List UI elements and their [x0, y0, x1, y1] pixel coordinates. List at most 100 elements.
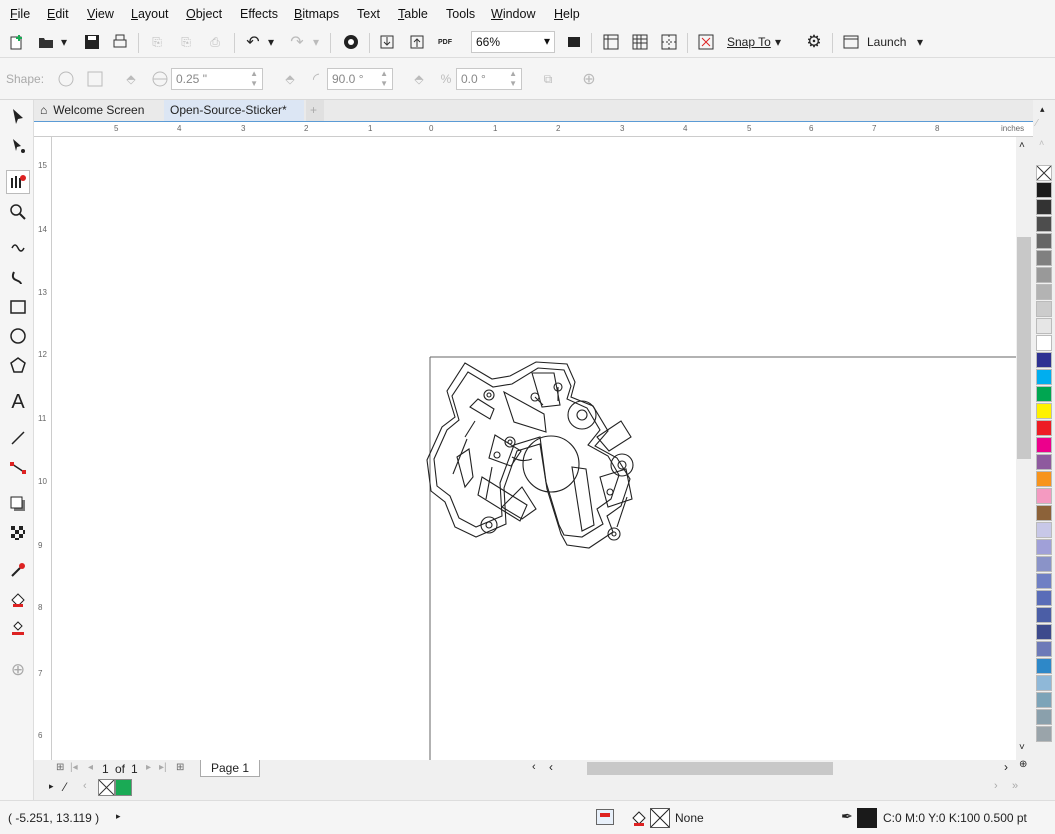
export-icon[interactable]	[408, 33, 426, 51]
scroll-left-icon[interactable]: ‹	[532, 761, 536, 773]
color-swatch[interactable]	[1036, 352, 1052, 368]
current-page-number[interactable]: 1	[102, 762, 109, 776]
show-grid-icon[interactable]	[631, 33, 649, 51]
color-swatch[interactable]	[1036, 556, 1052, 572]
tab-welcome-screen[interactable]: ⌂ Welcome Screen	[34, 100, 162, 121]
palette-scroll-icon[interactable]: ˄	[1039, 138, 1044, 148]
wrap-text-icon[interactable]: ⧉	[539, 70, 557, 88]
color-swatch[interactable]	[1036, 726, 1052, 742]
color-swatch[interactable]	[1036, 437, 1052, 453]
previous-page-icon[interactable]: ◂	[88, 762, 93, 773]
coords-menu-icon[interactable]: ▸	[116, 811, 121, 822]
scroll-right-icon[interactable]: ›	[1004, 760, 1008, 774]
ellipse-tool-icon[interactable]	[6, 324, 30, 348]
color-proofing-icon[interactable]	[596, 809, 614, 825]
tab-document[interactable]: Open-Source-Sticker*	[164, 100, 304, 121]
cut-icon[interactable]: ⎘	[148, 33, 166, 51]
rotation-field[interactable]: 0.0 ° ▲ ▼	[456, 68, 522, 90]
connector-tool-icon[interactable]	[6, 456, 30, 480]
shape-tool-icon[interactable]	[6, 134, 30, 158]
color-swatch[interactable]	[1036, 284, 1052, 300]
ellipse-shape-icon[interactable]	[57, 70, 75, 88]
color-swatch[interactable]	[1036, 403, 1052, 419]
color-swatch[interactable]	[1036, 199, 1052, 215]
import-icon[interactable]	[378, 33, 396, 51]
color-swatch[interactable]	[1036, 522, 1052, 538]
add-icon[interactable]: ⊕	[580, 70, 598, 88]
spinner-icon[interactable]: ▲ ▼	[380, 69, 388, 89]
menu-bitmaps[interactable]: Bitmaps	[294, 7, 339, 21]
menu-text[interactable]: Text	[357, 7, 380, 21]
print-icon[interactable]	[111, 33, 129, 51]
undo-icon[interactable]: ↶	[244, 33, 262, 51]
undo-dropdown-icon[interactable]: ▾	[265, 33, 277, 51]
menu-file[interactable]: File	[10, 7, 30, 21]
scroll-right-icon[interactable]: ›	[994, 780, 998, 792]
horizontal-scrollbar[interactable]: ‹ ›	[542, 760, 1016, 777]
add-tool-icon[interactable]: ⊕	[6, 658, 30, 682]
open-folder-icon[interactable]	[37, 33, 55, 51]
color-swatch[interactable]	[1036, 386, 1052, 402]
color-swatch[interactable]	[1036, 454, 1052, 470]
angle-field[interactable]: 90.0 ° ▲ ▼	[327, 68, 393, 90]
zoom-icon[interactable]: ⊕	[1019, 759, 1027, 770]
menu-effects[interactable]: Effects	[240, 7, 278, 21]
redo-icon[interactable]: ↷	[288, 33, 306, 51]
menu-table[interactable]: Table	[398, 7, 428, 21]
color-swatch[interactable]	[1036, 505, 1052, 521]
snap-dropdown-icon[interactable]: ▾	[772, 33, 784, 51]
save-icon[interactable]	[83, 33, 101, 51]
color-swatch[interactable]	[1036, 318, 1052, 334]
color-swatch[interactable]	[1036, 624, 1052, 640]
menu-view[interactable]: View	[87, 7, 114, 21]
add-page-before-icon[interactable]: ⊞	[56, 762, 64, 773]
color-swatch[interactable]	[1036, 420, 1052, 436]
color-swatch[interactable]	[1036, 233, 1052, 249]
next-page-icon[interactable]: ▸	[146, 762, 151, 773]
transparency-icon[interactable]	[6, 521, 30, 545]
spinner-icon[interactable]: ▲ ▼	[509, 69, 517, 89]
color-swatch[interactable]	[1036, 675, 1052, 691]
add-tab-icon[interactable]: +	[306, 100, 324, 121]
no-color-swatch[interactable]	[1036, 165, 1052, 181]
menu-window[interactable]: Window	[491, 7, 535, 21]
scroll-left-icon[interactable]: ‹	[83, 780, 87, 792]
color-swatch[interactable]	[1036, 607, 1052, 623]
color-swatch[interactable]	[1036, 539, 1052, 555]
outline-color-swatch[interactable]	[857, 808, 877, 828]
launch-label[interactable]: Launch	[867, 35, 906, 49]
color-swatch[interactable]	[1036, 301, 1052, 317]
color-swatch[interactable]	[1036, 573, 1052, 589]
drawing-canvas[interactable]	[52, 137, 1016, 760]
horizontal-ruler[interactable]: 5 4 3 2 1 0 1 2 3 4 5 6 7 8 inches	[34, 121, 1033, 137]
rectangle-shape-icon[interactable]	[86, 70, 104, 88]
palette-menu-icon[interactable]: ▸	[49, 781, 54, 792]
menu-edit[interactable]: Edit	[47, 7, 69, 21]
color-swatch[interactable]	[1036, 216, 1052, 232]
redo-dropdown-icon[interactable]: ▾	[310, 33, 322, 51]
color-swatch[interactable]	[1036, 471, 1052, 487]
eyedropper-icon[interactable]	[6, 558, 30, 582]
paste-icon[interactable]: ⎙	[206, 33, 224, 51]
polygon-tool-icon[interactable]	[6, 353, 30, 377]
new-document-icon[interactable]	[8, 33, 26, 51]
vertical-ruler[interactable]: 15 14 13 12 11 10 9 8 7 6	[34, 137, 52, 760]
zoom-dropdown-icon[interactable]: ▾	[544, 34, 550, 48]
crop-tool-icon[interactable]	[6, 170, 30, 194]
drop-shadow-icon[interactable]	[6, 492, 30, 516]
color-swatch[interactable]	[1036, 488, 1052, 504]
show-guidelines-icon[interactable]	[660, 33, 678, 51]
scroll-down-icon[interactable]: ˅	[1019, 742, 1025, 753]
pick-tool-icon[interactable]	[6, 104, 30, 128]
freehand-tool-icon[interactable]	[6, 236, 30, 260]
corel-connect-icon[interactable]	[342, 33, 360, 51]
palette-scroll-up-icon[interactable]: ▴	[1040, 104, 1045, 115]
interactive-fill-icon[interactable]	[6, 588, 30, 612]
launch-icon[interactable]	[842, 33, 860, 51]
color-swatch[interactable]	[1036, 182, 1052, 198]
menu-layout[interactable]: Layout	[131, 7, 169, 21]
color-swatch[interactable]	[1036, 590, 1052, 606]
last-page-icon[interactable]: ▸|	[159, 762, 167, 773]
scroll-up-icon[interactable]: ˄	[1019, 140, 1025, 151]
full-screen-icon[interactable]	[565, 33, 583, 51]
